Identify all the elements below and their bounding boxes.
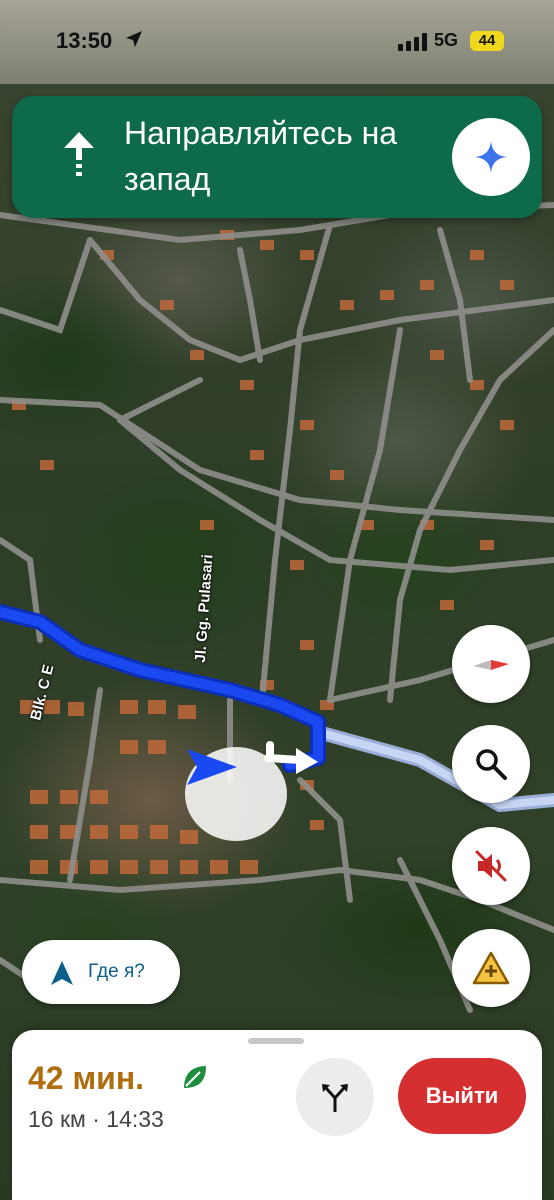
exit-navigation-button[interactable]: Выйти xyxy=(398,1058,526,1134)
direction-instruction: Направляйтесь на запад xyxy=(124,115,398,197)
vehicle-position-marker xyxy=(185,747,287,841)
compass-button[interactable] xyxy=(452,625,530,703)
location-services-icon xyxy=(126,31,142,47)
status-time: 13:50 xyxy=(56,28,113,53)
arrow-up-icon xyxy=(64,132,94,176)
direction-banner[interactable]: Направляйтесь на запад xyxy=(12,96,542,218)
status-bar: 13:50 5G 44 xyxy=(0,0,554,84)
search-along-route-button[interactable] xyxy=(452,725,530,803)
mute-button[interactable] xyxy=(452,827,530,905)
network-type: 5G xyxy=(434,30,459,50)
navigation-arrow-icon xyxy=(51,961,73,985)
where-am-i-label: Где я? xyxy=(88,961,145,982)
battery-level: 44 xyxy=(470,31,504,51)
compass-icon xyxy=(473,660,509,670)
volume-off-icon xyxy=(475,850,507,882)
cellular-signal-icon xyxy=(398,33,427,51)
assistant-button[interactable] xyxy=(452,118,530,196)
report-incident-button[interactable] xyxy=(452,929,530,1007)
distance-arrival: 16 км · 14:33 xyxy=(28,1106,164,1132)
alternate-routes-icon xyxy=(322,1084,348,1112)
trip-panel[interactable]: 42 мин. 16 км · 14:33 Выйти xyxy=(12,1030,542,1200)
leaf-icon xyxy=(184,1066,206,1088)
report-incident-icon xyxy=(472,951,510,985)
eta-duration: 42 мин. xyxy=(28,1060,145,1096)
navigation-arrow-icon xyxy=(187,749,237,785)
search-icon xyxy=(476,749,507,780)
sparkle-icon xyxy=(475,141,507,173)
alternate-routes-button[interactable] xyxy=(296,1058,374,1136)
where-am-i-button[interactable]: Где я? xyxy=(22,940,180,1004)
drag-handle[interactable] xyxy=(248,1038,304,1044)
